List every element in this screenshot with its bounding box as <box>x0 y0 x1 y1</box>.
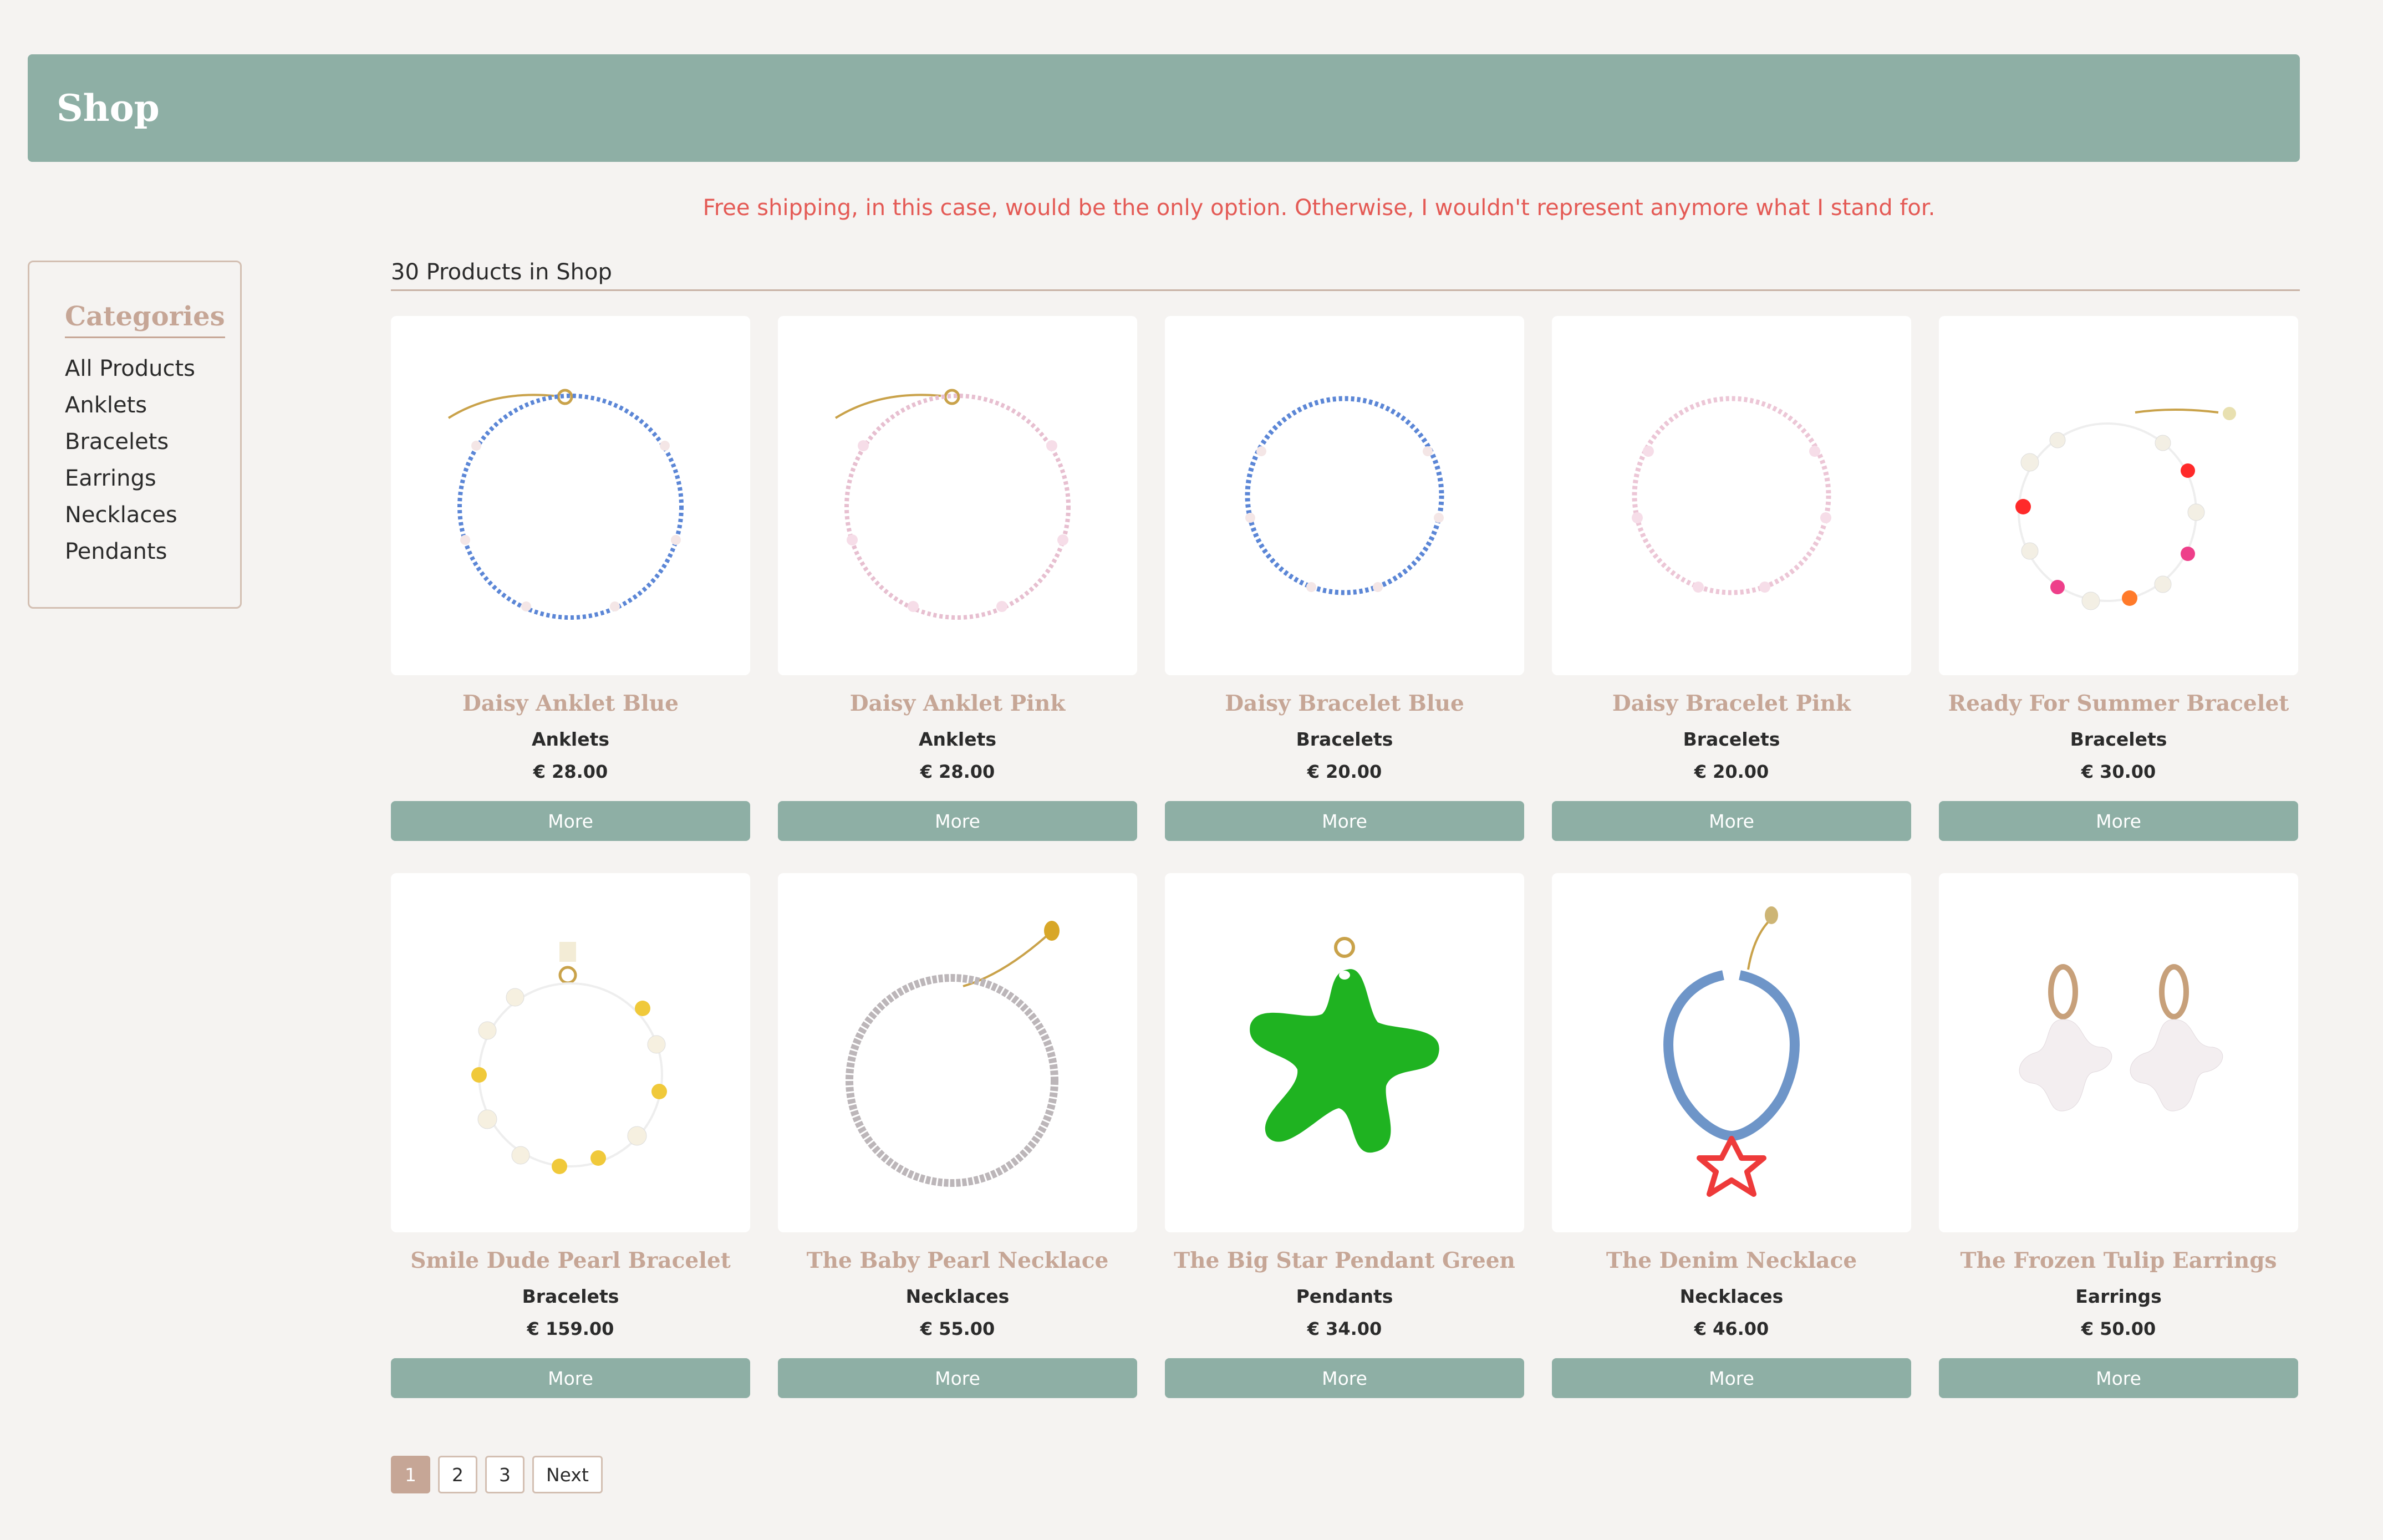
product-image[interactable] <box>1165 873 1524 1232</box>
product-name[interactable]: Daisy Anklet Pink <box>778 691 1137 716</box>
beaded-ring-blue-icon <box>1245 396 1444 595</box>
category-pendants[interactable]: Pendants <box>65 533 240 570</box>
product-name[interactable]: Daisy Bracelet Blue <box>1165 691 1524 716</box>
product-price: € 28.00 <box>920 761 995 782</box>
product-category: Bracelets <box>522 1286 619 1307</box>
product-price: € 46.00 <box>1694 1318 1769 1339</box>
product-card: Daisy Anklet Pink Anklets € 28.00 More <box>778 316 1137 845</box>
product-category: Necklaces <box>1679 1286 1784 1307</box>
denim-star-necklace-icon <box>1663 906 1800 1197</box>
product-image[interactable] <box>1165 316 1524 675</box>
product-card: Daisy Anklet Blue Anklets € 28.00 More <box>391 316 750 845</box>
beaded-ring-pink-icon <box>1632 396 1831 595</box>
categories-list: All Products Anklets Bracelets Earrings … <box>65 350 240 570</box>
product-image[interactable] <box>391 873 750 1232</box>
page-2-button[interactable]: 2 <box>438 1456 477 1493</box>
product-name[interactable]: The Denim Necklace <box>1552 1248 1911 1273</box>
product-card: Ready For Summer Bracelet Bracelets € 30… <box>1939 316 2298 845</box>
more-button[interactable]: More <box>1939 801 2298 841</box>
product-category: Bracelets <box>1683 728 1780 750</box>
product-card: Daisy Bracelet Pink Bracelets € 20.00 Mo… <box>1552 316 1911 845</box>
category-bracelets[interactable]: Bracelets <box>65 424 240 460</box>
product-name[interactable]: The Baby Pearl Necklace <box>778 1248 1137 1273</box>
more-button[interactable]: More <box>1165 801 1524 841</box>
green-star-pendant-icon <box>1250 937 1439 1153</box>
more-button[interactable]: More <box>1939 1358 2298 1398</box>
product-category: Earrings <box>2075 1286 2162 1307</box>
product-grid: Daisy Anklet Blue Anklets € 28.00 More D… <box>391 316 2300 1403</box>
product-price: € 20.00 <box>1694 761 1769 782</box>
product-price: € 20.00 <box>1307 761 1382 782</box>
product-price: € 50.00 <box>2081 1318 2156 1339</box>
product-image[interactable] <box>391 316 750 675</box>
product-image[interactable] <box>1939 316 2298 675</box>
beaded-chain-pink-icon <box>834 389 1071 620</box>
product-name[interactable]: The Big Star Pendant Green <box>1165 1248 1524 1273</box>
more-button[interactable]: More <box>391 801 750 841</box>
product-price: € 159.00 <box>527 1318 614 1339</box>
product-name[interactable]: Daisy Bracelet Pink <box>1552 691 1911 716</box>
product-image[interactable] <box>1552 873 1911 1232</box>
more-button[interactable]: More <box>778 1358 1137 1398</box>
pearl-red-bracelet-icon <box>2015 407 2236 610</box>
product-price: € 28.00 <box>533 761 608 782</box>
beaded-chain-blue-icon <box>447 389 684 620</box>
product-card: The Denim Necklace Necklaces € 46.00 Mor… <box>1552 873 1911 1403</box>
pearl-smiley-bracelet-icon <box>471 942 667 1174</box>
more-button[interactable]: More <box>1552 1358 1911 1398</box>
product-category: Bracelets <box>1296 728 1393 750</box>
product-name[interactable]: Daisy Anklet Blue <box>391 691 750 716</box>
product-card: The Baby Pearl Necklace Necklaces € 55.0… <box>778 873 1137 1403</box>
product-name[interactable]: Smile Dude Pearl Bracelet <box>391 1248 750 1273</box>
more-button[interactable]: More <box>1165 1358 1524 1398</box>
more-button[interactable]: More <box>778 801 1137 841</box>
product-image[interactable] <box>778 873 1137 1232</box>
pagination: 1 2 3 Next <box>391 1456 603 1493</box>
shipping-notice: Free shipping, in this case, would be th… <box>702 195 1936 221</box>
product-name[interactable]: The Frozen Tulip Earrings <box>1939 1248 2298 1273</box>
category-necklaces[interactable]: Necklaces <box>65 497 240 533</box>
product-card: Smile Dude Pearl Bracelet Bracelets € 15… <box>391 873 750 1403</box>
product-card: The Big Star Pendant Green Pendants € 34… <box>1165 873 1524 1403</box>
category-anklets[interactable]: Anklets <box>65 387 240 424</box>
product-card: The Frozen Tulip Earrings Earrings € 50.… <box>1939 873 2298 1403</box>
page-1-button[interactable]: 1 <box>391 1456 430 1493</box>
product-category: Anklets <box>531 728 610 750</box>
category-earrings[interactable]: Earrings <box>65 460 240 497</box>
product-card: Daisy Bracelet Blue Bracelets € 20.00 Mo… <box>1165 316 1524 845</box>
tulip-earrings-icon <box>2019 964 2223 1111</box>
page-3-button[interactable]: 3 <box>485 1456 525 1493</box>
shop-header: Shop <box>28 54 2300 162</box>
next-page-button[interactable]: Next <box>532 1456 603 1493</box>
category-all-products[interactable]: All Products <box>65 350 240 387</box>
products-count: 30 Products in Shop <box>391 259 2300 291</box>
product-image[interactable] <box>1939 873 2298 1232</box>
product-price: € 30.00 <box>2081 761 2156 782</box>
product-category: Pendants <box>1296 1286 1393 1307</box>
product-category: Bracelets <box>2070 728 2167 750</box>
product-name[interactable]: Ready For Summer Bracelet <box>1939 691 2298 716</box>
page-title: Shop <box>57 86 160 130</box>
baby-pearl-necklace-icon <box>846 921 1060 1187</box>
more-button[interactable]: More <box>1552 801 1911 841</box>
categories-sidebar: Categories All Products Anklets Bracelet… <box>28 261 242 609</box>
categories-title: Categories <box>65 301 225 338</box>
product-image[interactable] <box>778 316 1137 675</box>
product-image[interactable] <box>1552 316 1911 675</box>
more-button[interactable]: More <box>391 1358 750 1398</box>
product-category: Necklaces <box>905 1286 1010 1307</box>
product-category: Anklets <box>918 728 997 750</box>
product-price: € 34.00 <box>1307 1318 1382 1339</box>
product-price: € 55.00 <box>920 1318 995 1339</box>
